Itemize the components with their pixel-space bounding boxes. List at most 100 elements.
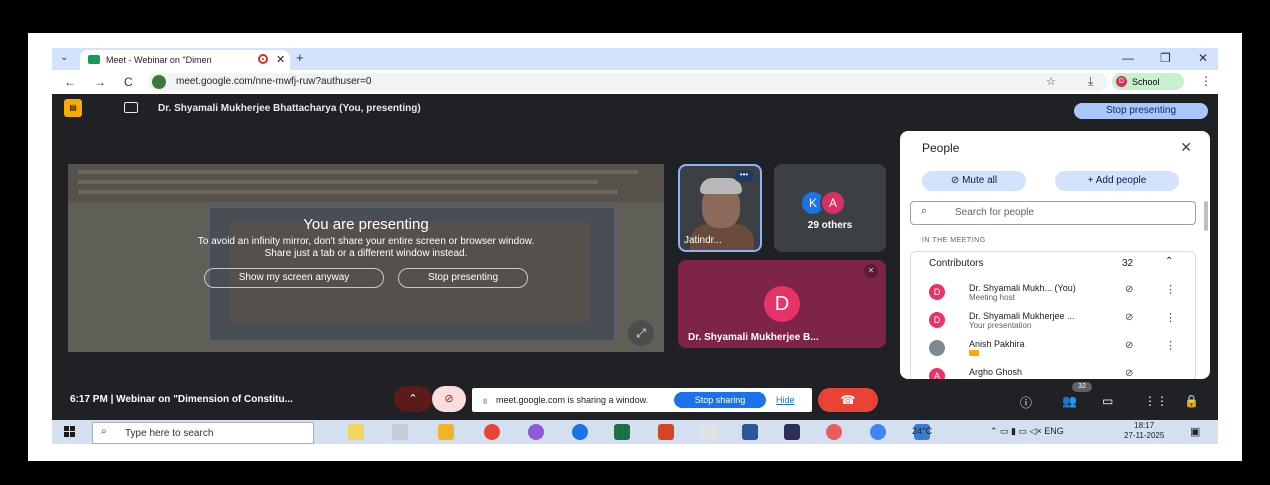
back-button[interactable]: ← <box>64 75 76 89</box>
mic-off-icon[interactable]: ⊘ <box>1125 340 1133 351</box>
activities-icon[interactable]: ⋮⋮ <box>1144 394 1168 408</box>
more-options-icon[interactable]: ⋮ <box>1165 339 1176 352</box>
participant-avatar: A <box>929 368 945 379</box>
meeting-info-icon[interactable]: ⓘ <box>1020 394 1032 411</box>
expand-icon[interactable]: ⤢ <box>628 320 654 346</box>
zoom-icon[interactable] <box>784 424 800 440</box>
widget-icon[interactable] <box>348 424 364 440</box>
participant-row[interactable]: D Dr. Shyamali Mukherjee ... Your presen… <box>911 306 1195 334</box>
drag-handle-icon[interactable]: ॥ <box>482 394 487 407</box>
search-icon: ⌕ <box>921 205 928 217</box>
close-icon[interactable]: ✕ <box>1180 139 1192 156</box>
participant-name: Dr. Shyamali Mukh... (You) <box>969 283 1076 293</box>
tile-more-icon[interactable]: ••• <box>734 170 754 182</box>
recording-indicator-icon <box>258 54 268 64</box>
chrome-profile-2-icon[interactable] <box>870 424 886 440</box>
mic-options-button[interactable]: ⌃ <box>394 386 432 412</box>
chat-icon[interactable]: ▭ <box>1102 394 1113 408</box>
more-options-icon[interactable]: ⋮ <box>1165 311 1176 324</box>
system-tray[interactable]: ⌃ ▭ ▮ ▭ ◁× ENG <box>990 426 1064 437</box>
new-tab-button[interactable]: + <box>296 50 304 65</box>
mic-off-icon[interactable]: ⊘ <box>432 386 466 412</box>
mute-all-button[interactable]: ⊘ Mute all <box>922 171 1026 191</box>
presenter-label: Dr. Shyamali Mukherjee Bhattacharya (You… <box>158 103 421 114</box>
url-text: meet.google.com/nne-mwfj-ruw?authuser=0 <box>176 76 372 87</box>
profile-chip[interactable]: D School <box>1112 73 1184 90</box>
presentation-audio-icon[interactable]: ⊘ <box>1125 312 1133 323</box>
mic-off-icon[interactable]: ⊘ <box>1125 368 1133 379</box>
tab-close-button[interactable]: ✕ <box>276 53 285 66</box>
host-controls-icon[interactable]: 🔒 <box>1184 394 1199 408</box>
mic-off-icon: ✕ <box>864 264 878 278</box>
taskbar-clock[interactable]: 18:17 27-11-2025 <box>1124 421 1164 441</box>
contributors-count: 32 <box>1122 258 1134 269</box>
contributors-group: Contributors 32 ⌃ D Dr. Shyamali Mukh...… <box>910 251 1196 379</box>
windows-taskbar: ⌕ Type here to search 24°C ⌃ ▭ ▮ ▭ ◁× EN… <box>52 420 1218 444</box>
chrome-icon[interactable] <box>484 424 500 440</box>
windows-start-icon[interactable] <box>64 426 76 438</box>
chevron-up-icon[interactable]: ⌃ <box>1165 256 1173 267</box>
address-bar-row: ← → C meet.google.com/nne-mwfj-ruw?authu… <box>52 70 1218 94</box>
people-title: People <box>922 141 960 155</box>
file-explorer-icon[interactable] <box>438 424 454 440</box>
browser-window: ⌄ Meet - Webinar on "Dimen ✕ + — ❐ ✕ ← →… <box>52 48 1218 444</box>
copilot-icon[interactable] <box>528 424 544 440</box>
browser-menu-icon[interactable]: ⋮ <box>1200 74 1212 88</box>
language-label: ENG <box>1044 426 1064 436</box>
weather-text[interactable]: 24°C <box>912 426 932 436</box>
powerpoint-icon[interactable] <box>658 424 674 440</box>
taskbar-search-input[interactable]: ⌕ Type here to search <box>92 422 314 444</box>
site-info-icon[interactable] <box>152 75 166 89</box>
profile-avatar: D <box>1116 76 1127 87</box>
add-person-icon: + <box>1087 175 1096 186</box>
tab-meet[interactable]: Meet - Webinar on "Dimen ✕ <box>80 50 290 70</box>
tile-name: Jatindr... <box>684 235 722 246</box>
people-panel: People ✕ ⊘ Mute all + Add people ⌕ Searc… <box>900 131 1210 379</box>
tab-search-chevron-icon[interactable]: ⌄ <box>60 52 68 63</box>
overlay-stop-presenting-button[interactable]: Stop presenting <box>398 268 528 288</box>
mic-off-icon[interactable]: ⊘ <box>1125 284 1133 295</box>
show-screen-anyway-button[interactable]: Show my screen anyway <box>204 268 384 288</box>
self-tile-name: Dr. Shyamali Mukherjee B... <box>688 332 819 343</box>
participant-row[interactable]: Anish Pakhira ⊘ ⋮ <box>911 334 1195 362</box>
restore-button[interactable]: ❐ <box>1160 51 1171 65</box>
presentation-preview: You are presenting To avoid an infinity … <box>68 164 664 352</box>
bookmark-star-icon[interactable]: ☆ <box>1046 75 1056 88</box>
omnibox[interactable]: meet.google.com/nne-mwfj-ruw?authuser=0 <box>148 73 1108 91</box>
participant-role: Meeting host <box>969 293 1015 302</box>
participant-tile-jatin[interactable]: ••• Jatindr... <box>678 164 762 252</box>
excel-icon[interactable] <box>614 424 630 440</box>
participant-row[interactable]: D Dr. Shyamali Mukh... (You) Meeting hos… <box>911 278 1195 306</box>
participant-row[interactable]: A Argho Ghosh ⊘ <box>911 362 1195 379</box>
window-close-button[interactable]: ✕ <box>1198 51 1208 65</box>
more-options-icon[interactable]: ⋮ <box>1165 283 1176 296</box>
search-people-input[interactable]: ⌕ Search for people <box>910 201 1196 225</box>
time-meeting-title: 6:17 PM | Webinar on "Dimension of Const… <box>70 394 293 405</box>
word-icon[interactable] <box>742 424 758 440</box>
presenting-overlay: You are presenting To avoid an infinity … <box>68 164 664 352</box>
others-tile[interactable]: K A 29 others <box>774 164 886 252</box>
profile-name: School <box>1132 77 1160 87</box>
edge-icon[interactable] <box>572 424 588 440</box>
task-view-icon[interactable] <box>392 424 408 440</box>
notification-icon[interactable]: ▣ <box>1190 425 1200 438</box>
meet-favicon-icon <box>88 55 100 64</box>
add-people-button[interactable]: + Add people <box>1055 171 1179 191</box>
chrome-profile-icon[interactable] <box>826 424 842 440</box>
end-call-button[interactable]: ☎ <box>818 388 878 412</box>
hide-link[interactable]: Hide <box>776 395 795 405</box>
download-icon[interactable]: ⤓ <box>1088 74 1093 89</box>
stop-presenting-button[interactable]: Stop presenting <box>1074 103 1208 119</box>
forward-button[interactable]: → <box>94 75 106 89</box>
minimize-button[interactable]: — <box>1122 51 1134 65</box>
stop-sharing-button[interactable]: Stop sharing <box>674 392 766 408</box>
people-icon[interactable]: 👥 <box>1062 394 1077 408</box>
mic-off-icon: ⊘ <box>950 175 963 186</box>
reload-button[interactable]: C <box>124 75 133 89</box>
self-tile[interactable]: ✕ D Dr. Shyamali Mukherjee B... <box>678 260 886 348</box>
meet-tools-icon[interactable]: ▤ <box>64 99 82 117</box>
panel-scrollbar[interactable] <box>1204 201 1208 231</box>
app-icon[interactable] <box>700 424 716 440</box>
search-placeholder: Search for people <box>955 207 1034 218</box>
participant-avatar: D <box>929 312 945 328</box>
